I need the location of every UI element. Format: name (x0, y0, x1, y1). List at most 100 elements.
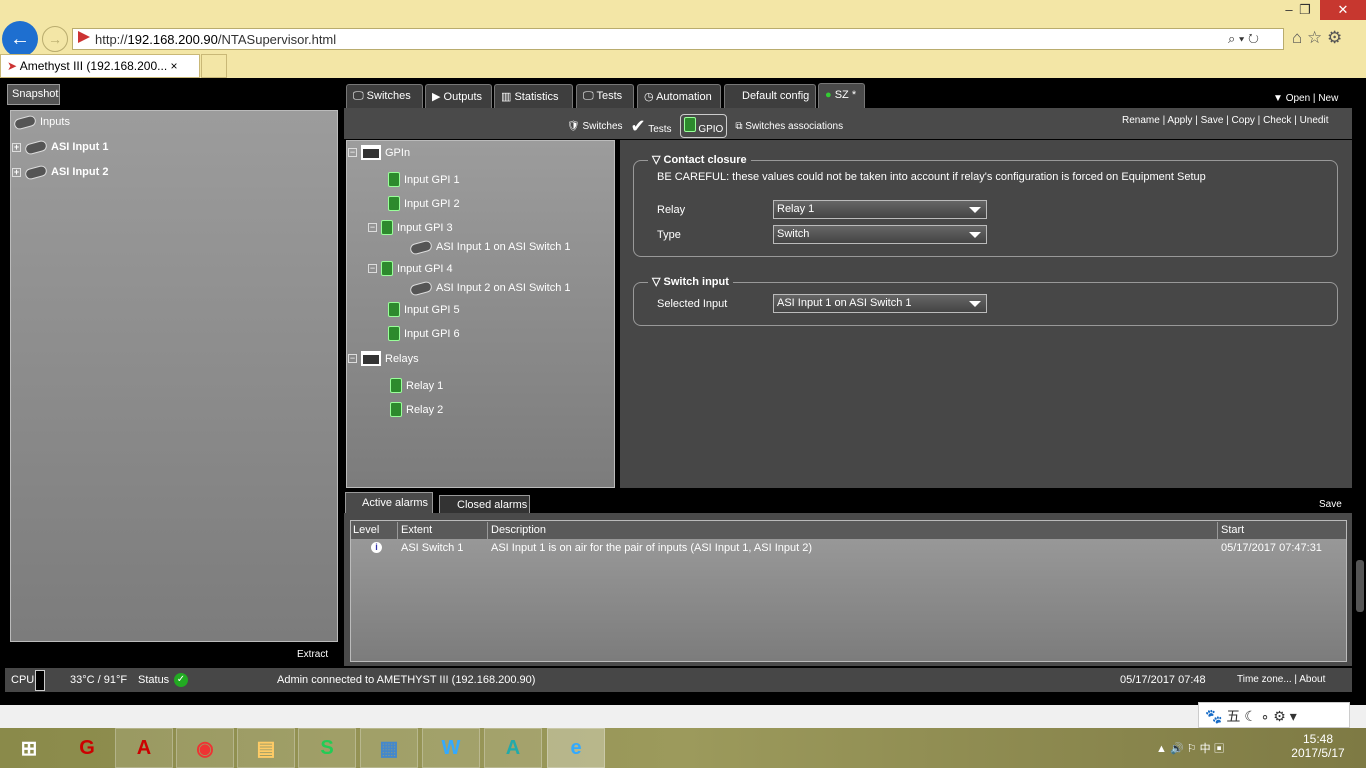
url-prefix: http:// (95, 32, 128, 47)
tree-relay-1[interactable]: Relay 1 (390, 378, 443, 393)
alarm-row[interactable]: i ASI Switch 1 ASI Input 1 is on air for… (350, 540, 1346, 557)
home-star-gear-icons[interactable]: ⌂ ☆ ⚙ (1292, 28, 1342, 48)
open-new-links[interactable]: ▼ Open | New (1273, 93, 1338, 104)
tab-outputs[interactable]: ▶ Outputs (425, 84, 492, 109)
tree-label: Input GPI 3 (397, 221, 453, 234)
type-select[interactable]: Switch (773, 225, 987, 244)
subtab-gpio[interactable]: GPIO (679, 114, 728, 138)
col-level[interactable]: Level (350, 522, 398, 539)
relay-select[interactable]: Relay 1 (773, 200, 987, 219)
app-g-icon[interactable]: G (58, 728, 116, 768)
expand-icon[interactable]: + (12, 142, 21, 152)
extract-link[interactable]: Extract (297, 649, 328, 660)
tree-input-gpi-1[interactable]: Input GPI 1 (388, 172, 460, 187)
tab-switches[interactable]: 🖵 Switches (346, 84, 423, 109)
selected-input-select[interactable]: ASI Input 1 on ASI Switch 1 (773, 294, 987, 313)
tab-title: Amethyst III (192.168.200... (19, 59, 168, 73)
cpu-meter (35, 670, 45, 691)
address-bar[interactable]: http://192.168.200.90/NTASupervisor.html (72, 28, 1284, 50)
ie-icon[interactable]: e (547, 728, 605, 768)
tree-label: ASI Input 2 on ASI Switch 1 (436, 282, 571, 294)
tree-label: Input GPI 4 (397, 262, 453, 275)
collapse-icon[interactable]: − (368, 223, 377, 232)
col-start[interactable]: Start (1218, 522, 1346, 539)
subtab-switches-associations[interactable]: ⧉ Switches associations (735, 121, 843, 132)
ime-mode[interactable]: 五 (1226, 708, 1240, 724)
tree-relay-2[interactable]: Relay 2 (390, 402, 443, 417)
timezone-link[interactable]: Time zone... (1237, 674, 1292, 685)
snapshot-tab[interactable]: Snapshot (7, 84, 60, 105)
collapse-icon[interactable]: − (348, 354, 357, 363)
tab-default-config[interactable]: Default config (724, 84, 816, 109)
chrome-icon[interactable]: ◉ (176, 728, 234, 768)
clock[interactable]: 15:48 2017/5/17 (1288, 732, 1348, 760)
alarms-save-link[interactable]: Save (1319, 499, 1342, 510)
warning-text: BE CAREFUL: these values could not be ta… (657, 171, 1206, 183)
collapse-icon[interactable]: − (368, 264, 377, 273)
collapse-icon[interactable]: − (348, 148, 357, 157)
tree-input-gpi-3[interactable]: − Input GPI 3 (368, 220, 453, 235)
forward-button[interactable]: → (42, 26, 68, 52)
back-button[interactable]: ← (2, 21, 38, 57)
tree-input-gpi-5[interactable]: Input GPI 5 (388, 302, 460, 317)
scrollbar[interactable] (1356, 560, 1364, 612)
tray-icons[interactable]: ▲ 🔊 ⚐ 中 ▣ (1156, 740, 1225, 756)
subtab-label: Switches associations (745, 120, 844, 132)
gpi-icon (388, 196, 400, 211)
group-title[interactable]: ▽ Contact closure (648, 153, 751, 166)
autocad-icon[interactable]: A (484, 728, 542, 768)
inputs-root[interactable]: Inputs (12, 113, 70, 131)
tree-relays[interactable]: − Relays (348, 351, 419, 366)
control-panel-icon[interactable]: ▦ (360, 728, 418, 768)
tab-statistics[interactable]: ▥ Statistics (494, 84, 573, 109)
explorer-icon[interactable]: ▤ (237, 728, 295, 768)
new-link[interactable]: New (1318, 93, 1338, 104)
tree-gpin[interactable]: − GPIn (348, 145, 410, 160)
clock-date: 2017/5/17 (1291, 746, 1345, 760)
tree-input-gpi-2[interactable]: Input GPI 2 (388, 196, 460, 211)
ime-toolbar[interactable]: 🐾 五 ☾ ∘ ⚙ ▾ (1198, 702, 1350, 728)
ime-indicator[interactable]: 中 (1200, 743, 1211, 755)
apply-link[interactable]: Apply (1167, 115, 1192, 126)
url-host: 192.168.200.90 (127, 32, 218, 47)
sheets-icon[interactable]: S (298, 728, 356, 768)
search-refresh-icons[interactable]: ⌕ ▾ ↻ (1228, 31, 1259, 47)
gpi-icon (388, 326, 400, 341)
subtab-tests[interactable]: ✔ Tests (631, 116, 672, 137)
tab-close-icon[interactable]: × (171, 59, 178, 73)
tree-input-gpi-4[interactable]: − Input GPI 4 (368, 261, 453, 276)
new-tab-button[interactable] (201, 54, 227, 78)
acrobat-icon[interactable]: A (115, 728, 173, 768)
relay-label: Relay (657, 204, 686, 216)
maximize-button[interactable]: ❐ (1290, 0, 1320, 20)
col-extent[interactable]: Extent (398, 522, 488, 539)
browser-tab[interactable]: ➤ Amethyst III (192.168.200... × (0, 54, 200, 78)
unedit-link[interactable]: Unedit (1300, 115, 1329, 126)
wps-writer-icon[interactable]: W (422, 728, 480, 768)
plug-icon (408, 238, 434, 256)
rename-link[interactable]: Rename (1122, 115, 1160, 126)
group-title[interactable]: ▽ Switch input (648, 275, 733, 288)
subtab-switches[interactable]: 🛡 Switches (567, 121, 623, 132)
tree-input-gpi-6[interactable]: Input GPI 6 (388, 326, 460, 341)
tab-sz[interactable]: ● SZ * (818, 83, 865, 109)
tree-asi-input-2[interactable]: ASI Input 2 on ASI Switch 1 (408, 279, 571, 297)
copy-link[interactable]: Copy (1232, 115, 1255, 126)
check-link[interactable]: Check (1263, 115, 1291, 126)
tab-active-alarms[interactable]: Active alarms (345, 492, 433, 514)
subtab-label: Tests (648, 123, 672, 135)
start-button[interactable]: ⊞ (0, 728, 58, 768)
snapshot-item-asi-input-2[interactable]: + ASI Input 2 (12, 163, 108, 181)
tree-label: GPIn (385, 146, 411, 159)
open-link[interactable]: Open (1286, 93, 1310, 104)
save-link[interactable]: Save (1201, 115, 1224, 126)
about-link[interactable]: About (1299, 674, 1325, 685)
expand-icon[interactable]: + (12, 167, 21, 177)
snapshot-item-asi-input-1[interactable]: + ASI Input 1 (12, 138, 108, 156)
col-description[interactable]: Description (488, 522, 1218, 539)
tab-tests[interactable]: 🖵 Tests (576, 84, 634, 109)
tree-asi-input-1[interactable]: ASI Input 1 on ASI Switch 1 (408, 238, 571, 256)
close-window-button[interactable]: ✕ (1320, 0, 1366, 20)
tab-automation[interactable]: ◷ Automation (637, 84, 721, 109)
tab-closed-alarms[interactable]: Closed alarms (439, 495, 530, 514)
